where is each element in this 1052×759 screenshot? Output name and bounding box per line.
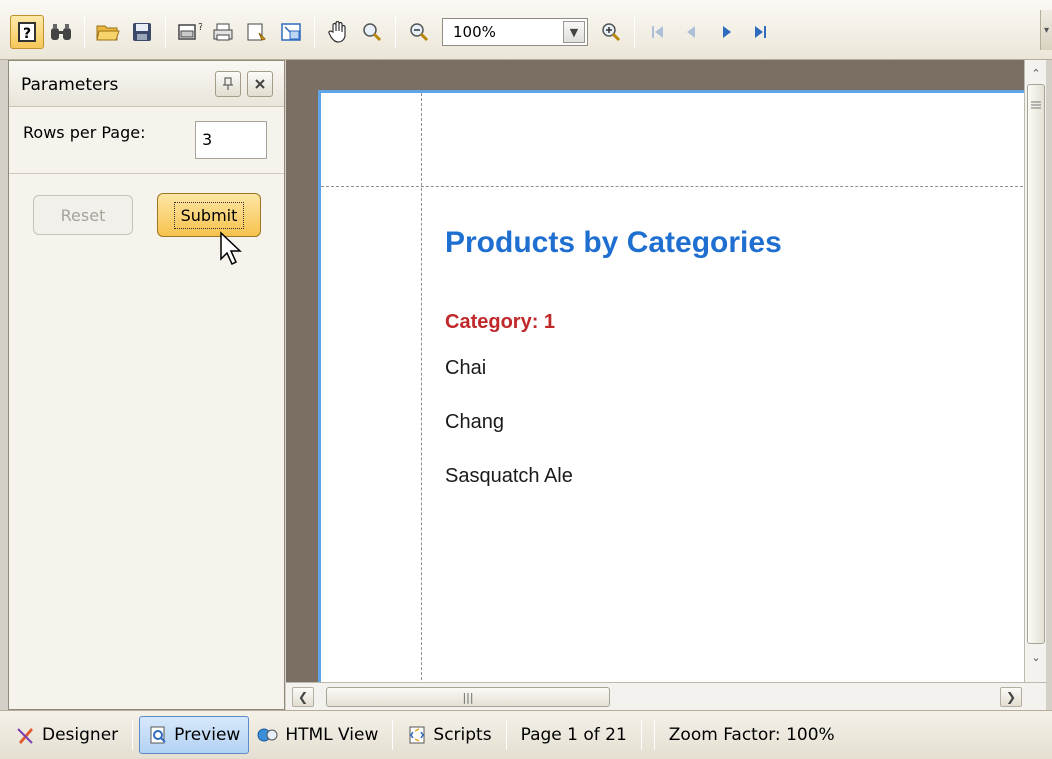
export-icon xyxy=(281,23,301,41)
toolbar-separator xyxy=(634,16,635,48)
zoom-out-icon xyxy=(410,23,429,42)
tab-separator xyxy=(392,720,394,750)
rows-per-page-input[interactable]: 3 xyxy=(195,121,267,159)
find-button[interactable] xyxy=(44,15,78,49)
magnifier-icon xyxy=(363,23,382,42)
category-header: Category: 1 xyxy=(445,311,556,333)
tab-preview-label: Preview xyxy=(174,725,241,745)
horizontal-scroll-thumb[interactable]: ||| xyxy=(326,687,610,707)
view-tab-bar: Designer Preview HTML View Scripts Page … xyxy=(0,710,1052,759)
designer-icon xyxy=(16,725,36,745)
scroll-left-icon[interactable]: ❮ xyxy=(292,687,314,707)
hand-tool-button[interactable] xyxy=(321,15,355,49)
main-toolbar: ? ? xyxy=(0,0,1052,60)
open-icon xyxy=(96,25,120,41)
tab-scripts-label: Scripts xyxy=(433,725,492,745)
tab-separator xyxy=(505,720,507,750)
vertical-scrollbar[interactable]: ⌃ ⌄ xyxy=(1024,60,1046,682)
zoom-combo[interactable]: 100% ▼ xyxy=(442,18,588,46)
zoom-value: 100% xyxy=(453,23,496,41)
pin-button[interactable] xyxy=(215,71,241,97)
report-page: Products by Categories Category: 1 Chai … xyxy=(318,90,1038,750)
toolbar-separator xyxy=(165,16,166,48)
product-row: Chang xyxy=(445,411,504,433)
margin-guide-horizontal xyxy=(321,186,1038,187)
find-icon xyxy=(51,24,71,40)
print-button[interactable] xyxy=(206,15,240,49)
first-page-icon xyxy=(652,26,663,38)
status-separator xyxy=(653,720,655,750)
toolbar-overflow-button[interactable]: ▾ xyxy=(1040,10,1052,50)
vertical-scroll-thumb[interactable] xyxy=(1027,84,1045,644)
prev-page-button[interactable] xyxy=(675,15,709,49)
tab-designer-label: Designer xyxy=(42,725,119,745)
close-button[interactable] xyxy=(247,71,273,97)
pin-icon xyxy=(223,77,233,90)
svg-text:?: ? xyxy=(23,26,31,42)
parameters-panel: Parameters Rows per Page: 3 Reset Submit xyxy=(8,60,285,710)
tab-html-view-label: HTML View xyxy=(285,725,379,745)
toolbar-separator xyxy=(84,16,85,48)
parameters-header: Parameters xyxy=(9,61,284,107)
last-page-icon xyxy=(755,26,766,38)
tab-separator xyxy=(132,720,134,750)
scroll-right-icon[interactable]: ❯ xyxy=(1000,687,1022,707)
first-page-button[interactable] xyxy=(641,15,675,49)
save-button[interactable] xyxy=(125,15,159,49)
zoom-in-button[interactable] xyxy=(594,15,628,49)
document-map-icon: ? xyxy=(18,22,36,42)
reset-button[interactable]: Reset xyxy=(33,195,133,235)
grip-icon xyxy=(1031,101,1041,109)
export-button[interactable] xyxy=(274,15,308,49)
product-row: Chai xyxy=(445,357,487,379)
tab-scripts[interactable]: Scripts xyxy=(399,716,499,754)
close-icon xyxy=(255,79,265,89)
next-page-button[interactable] xyxy=(709,15,743,49)
rows-per-page-row: Rows per Page: xyxy=(23,123,145,142)
zoom-in-icon xyxy=(602,23,621,42)
zoom-out-button[interactable] xyxy=(402,15,436,49)
svg-text:?: ? xyxy=(198,22,202,33)
open-button[interactable] xyxy=(91,15,125,49)
rows-per-page-label: Rows per Page: xyxy=(23,123,146,142)
submit-label: Submit xyxy=(173,201,245,229)
preview-area[interactable]: Products by Categories Category: 1 Chai … xyxy=(286,60,1046,750)
save-icon xyxy=(133,23,151,41)
zoom-factor-status: Zoom Factor: 100% xyxy=(668,725,835,745)
product-row: Sasquatch Ale xyxy=(445,465,573,487)
preview-icon xyxy=(148,725,168,745)
margin-guide-vertical xyxy=(421,93,422,750)
mouse-cursor-icon xyxy=(220,231,242,266)
html-view-icon xyxy=(257,725,279,745)
tab-html-view[interactable]: HTML View xyxy=(249,716,386,754)
toolbar-separator xyxy=(395,16,396,48)
parameters-title: Parameters xyxy=(21,75,119,95)
horizontal-scrollbar[interactable]: ❮ ||| ❯ xyxy=(286,682,1046,710)
status-separator xyxy=(640,720,642,750)
chevron-down-icon[interactable]: ▼ xyxy=(563,21,585,43)
prev-page-icon xyxy=(687,26,695,38)
tab-preview[interactable]: Preview xyxy=(139,716,250,754)
next-page-icon xyxy=(723,26,731,38)
tab-designer[interactable]: Designer xyxy=(8,716,126,754)
toolbar-separator xyxy=(314,16,315,48)
page-setup-icon: ? xyxy=(178,22,202,40)
divider xyxy=(9,173,284,174)
page-setup-button[interactable]: ? xyxy=(172,15,206,49)
document-map-button[interactable]: ? xyxy=(10,15,44,49)
submit-button[interactable]: Submit xyxy=(157,193,261,237)
page-status: Page 1 of 21 xyxy=(520,725,627,745)
last-page-button[interactable] xyxy=(743,15,777,49)
scroll-up-icon[interactable]: ⌃ xyxy=(1026,62,1046,84)
quick-print-button[interactable] xyxy=(240,15,274,49)
scroll-down-icon[interactable]: ⌄ xyxy=(1026,646,1046,668)
report-title: Products by Categories xyxy=(445,226,782,259)
print-icon xyxy=(213,23,233,41)
scripts-icon xyxy=(407,725,427,745)
magnifier-button[interactable] xyxy=(355,15,389,49)
quick-print-icon xyxy=(247,23,266,41)
hand-tool-icon xyxy=(328,20,346,43)
